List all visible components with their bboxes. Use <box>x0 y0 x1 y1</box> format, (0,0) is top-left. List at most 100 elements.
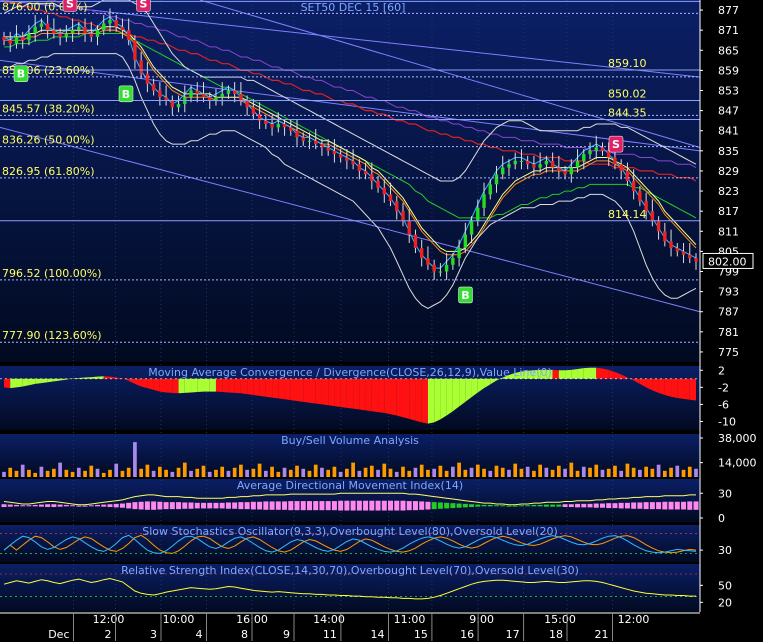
volume-bar <box>313 464 318 477</box>
candle-body <box>338 154 343 158</box>
adx-bar <box>512 505 518 507</box>
candle-body <box>519 160 524 162</box>
macd-histogram-segment <box>583 367 591 379</box>
volume-bar <box>681 469 686 477</box>
macd-histogram-segment <box>234 378 241 394</box>
adx-bar <box>687 501 693 510</box>
volume-bar <box>276 471 281 477</box>
adx-bar <box>618 502 624 509</box>
macd-histogram-segment <box>253 378 260 396</box>
adx-bar <box>624 502 630 509</box>
marker-letter: S <box>140 0 148 10</box>
candle-body <box>151 83 156 91</box>
sell-signal-marker[interactable]: S <box>136 0 151 12</box>
macd-histogram-segment <box>365 378 372 412</box>
volume-bar <box>369 465 374 477</box>
adx-bar <box>176 502 182 510</box>
candle-body <box>681 251 686 255</box>
date-label: 2 <box>105 628 112 641</box>
macd-histogram-segment <box>172 378 179 394</box>
volume-bar <box>407 470 412 477</box>
price-tick-label: 775 <box>718 346 739 359</box>
adx-bar <box>182 502 188 509</box>
macd-histogram-segment <box>565 369 572 379</box>
macd-histogram-segment <box>159 378 167 393</box>
volume-bar <box>363 467 368 477</box>
candle-body <box>594 147 598 151</box>
sell-signal-marker[interactable]: S <box>608 135 624 153</box>
macd-histogram-segment <box>359 378 366 411</box>
candle-body <box>251 107 256 114</box>
macd-histogram-segment <box>240 378 248 395</box>
volume-bar <box>675 465 680 477</box>
volume-bar <box>569 462 574 477</box>
adx-bar <box>232 502 238 509</box>
macd-histogram-segment <box>602 368 609 379</box>
adx-bar <box>469 504 475 508</box>
level-label: 859.10 <box>608 57 647 70</box>
macd-histogram-segment <box>215 378 223 393</box>
macd-histogram-segment <box>303 378 310 403</box>
candle-body <box>314 140 318 145</box>
candle-body <box>451 258 455 265</box>
volume-bar <box>457 462 461 477</box>
candle-body <box>656 221 661 232</box>
adx-bar <box>294 501 300 511</box>
candle-body <box>650 211 655 222</box>
volume-bar <box>581 466 586 477</box>
adx-bar <box>225 502 231 509</box>
candle-body <box>58 33 62 37</box>
adx-bar <box>188 502 194 509</box>
volume-bar <box>201 465 206 477</box>
adx-bar <box>63 504 69 507</box>
candle-body <box>301 137 305 141</box>
volume-bar <box>189 470 193 477</box>
candle-body <box>507 164 511 168</box>
price-tick-label: 811 <box>718 225 739 238</box>
candle-body <box>613 157 617 165</box>
macd-histogram-segment <box>166 378 173 393</box>
adx-bar <box>350 500 356 511</box>
adx-bar <box>344 500 350 511</box>
volume-bar <box>120 470 125 477</box>
buy-signal-marker[interactable]: B <box>118 85 134 103</box>
volume-bar <box>438 465 443 477</box>
volume-bar <box>631 467 636 477</box>
candle-body <box>625 170 630 181</box>
volume-bar <box>532 470 536 477</box>
trading-chart[interactable]: 879.59859.10850.02844.35814.14 876.00 (0… <box>0 0 763 642</box>
time-label: 9:00 <box>469 613 494 626</box>
sell-signal-marker[interactable]: S <box>62 0 78 12</box>
volume-bar <box>257 463 262 477</box>
volume-bar <box>507 469 511 477</box>
candle-body <box>532 164 536 168</box>
adx-bar <box>169 502 175 510</box>
macd-histogram-segment <box>153 378 160 392</box>
buy-signal-marker[interactable]: B <box>458 286 473 304</box>
volume-bar <box>451 466 455 477</box>
adx-bar <box>406 501 412 511</box>
candle-body <box>582 154 586 161</box>
volume-bar <box>14 470 19 477</box>
macd-histogram-segment <box>334 378 341 407</box>
adx-bar <box>200 502 206 509</box>
time-label: 15:00 <box>544 613 576 626</box>
adx-bar <box>325 501 331 511</box>
volume-bar <box>95 468 100 477</box>
volume-bar <box>108 469 112 477</box>
volume-bar <box>282 467 287 477</box>
buy-signal-marker[interactable]: B <box>13 65 29 82</box>
time-label: 12:00 <box>618 613 650 626</box>
candle-body <box>70 30 75 34</box>
candle-body <box>158 90 162 98</box>
adx-bar <box>282 501 288 510</box>
adx-bar <box>76 505 82 507</box>
adx-bar <box>456 503 462 508</box>
adx-bar <box>643 502 649 510</box>
adx-bar <box>132 502 138 510</box>
candle-body <box>139 60 143 74</box>
volume-bar <box>550 469 555 477</box>
volume-bar <box>214 469 218 477</box>
adx-bar <box>394 500 400 511</box>
candle-body <box>663 231 667 242</box>
